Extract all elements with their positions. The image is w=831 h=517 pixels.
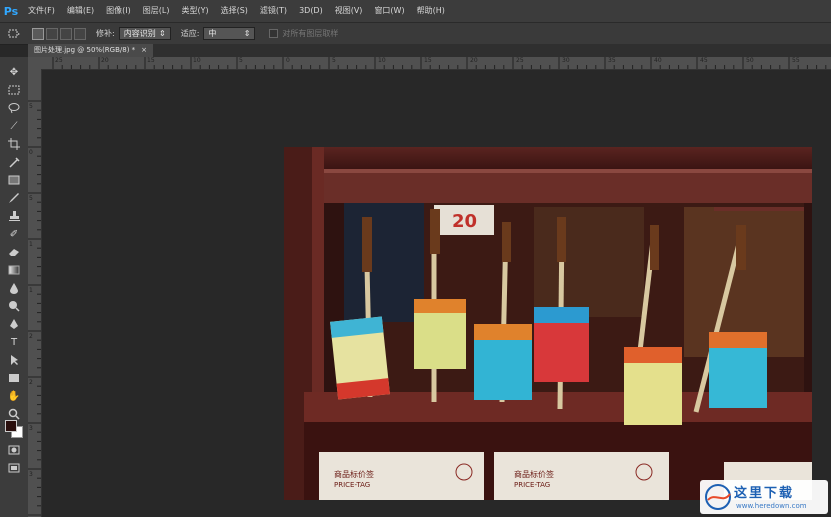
horizontal-ruler[interactable]: 25 20 15 10 5 0 5 10 15 20 25 30 35 40 4… [42,57,831,70]
ruler-label: 5 [332,57,336,64]
pen-tool-icon[interactable] [6,317,22,331]
add-selection-button[interactable] [46,27,58,40]
adapt-select[interactable]: 中 ⇕ [203,27,256,40]
ruler-label: 5 [29,195,33,202]
photo-illustration: 20 商品标价签 PRICE-TAG 商品标价签 PRICE-TAG [284,147,812,500]
menu-bar: Ps 文件(F) 编辑(E) 图像(I) 图层(L) 类型(Y) 选择(S) 滤… [0,0,831,22]
ruler-label: 3 [29,471,33,478]
patch-mode-value: 内容识别 [123,29,156,38]
document-title: 图片处理.jpg @ 50%(RGB/8) * [34,46,136,54]
menu-edit[interactable]: 编辑(E) [61,0,100,22]
sample-all-layers-checkbox[interactable] [269,29,279,38]
ruler-label: 0 [29,149,33,156]
price-tag-title: 商品标价签 [334,469,374,479]
intersect-selection-button[interactable] [74,27,86,40]
document-tab[interactable]: 图片处理.jpg @ 50%(RGB/8) * × [28,44,154,57]
ruler-label: 35 [608,57,616,64]
globe-icon [705,484,731,510]
hand-tool-icon[interactable]: ✋ [6,389,22,403]
gradient-tool-icon[interactable] [6,263,22,277]
ruler-label: 0 [286,57,290,64]
rectangle-tool-icon[interactable] [6,371,22,385]
path-selection-tool-icon[interactable] [6,353,22,367]
ruler-label: 20 [470,57,478,64]
marquee-tool-icon[interactable] [6,83,22,97]
adapt-label: 适应: [180,29,200,38]
ruler-label: 50 [746,57,754,64]
menu-view[interactable]: 视图(V) [329,0,369,22]
chevron-updown-icon: ⇕ [159,29,166,38]
ruler-label: 40 [654,57,662,64]
photoshop-logo: Ps [3,4,19,18]
ruler-label: 2 [29,333,33,340]
clone-stamp-tool-icon[interactable] [6,209,22,223]
ruler-label: 1 [29,287,33,294]
close-icon[interactable]: × [141,44,147,57]
patch-tool-icon[interactable] [6,27,22,41]
new-selection-button[interactable] [32,27,44,40]
ruler-label: 15 [147,57,155,64]
document-tab-bar: 图片处理.jpg @ 50%(RGB/8) * × [28,44,831,57]
price-tag-title: 商品标价签 [514,469,554,479]
screen-mode-icon[interactable] [6,461,22,475]
crop-tool-icon[interactable] [6,137,22,151]
horizontal-ruler-ticks [52,57,827,69]
quick-mask-icon[interactable] [6,443,22,457]
options-bar: 修补: 内容识别 ⇕ 适应: 中 ⇕ 对所有图层取样 [0,22,831,45]
ruler-label: 15 [424,57,432,64]
dodge-tool-icon[interactable] [6,299,22,313]
ruler-label: 10 [193,57,201,64]
type-tool-icon[interactable]: T [6,335,22,349]
watermark-url: www.heredown.com [736,502,807,510]
menu-image[interactable]: 图像(I) [100,0,137,22]
ruler-origin[interactable] [28,57,42,69]
patch-label: 修补: [96,29,115,38]
menu-layer[interactable]: 图层(L) [137,0,176,22]
price-tag-subtitle: PRICE-TAG [334,481,370,489]
menu-window[interactable]: 窗口(W) [368,0,410,22]
foreground-color-swatch[interactable] [5,420,17,432]
patch-tool-active-icon[interactable] [6,173,22,187]
patch-mode-select[interactable]: 内容识别 ⇕ [118,27,171,40]
lasso-tool-icon[interactable] [6,101,22,115]
ruler-label: 3 [29,425,33,432]
eraser-tool-icon[interactable] [6,245,22,259]
ruler-label: 20 [101,57,109,64]
chevron-updown-icon: ⇕ [243,29,251,38]
ruler-label: 30 [562,57,570,64]
watermark-logo: 这里下载 www.heredown.com [700,480,828,514]
eyedropper-tool-icon[interactable] [6,155,22,169]
quick-select-tool-icon[interactable]: ⟋ [6,119,22,133]
ruler-label: 5 [29,103,33,110]
ruler-label: 5 [239,57,243,64]
ruler-label: 1 [29,241,33,248]
menu-filter[interactable]: 滤镜(T) [254,0,293,22]
history-brush-tool-icon[interactable]: ✐ [6,227,22,241]
sample-all-layers-label: 对所有图层取样 [282,29,339,38]
blur-tool-icon[interactable] [6,281,22,295]
menu-3d[interactable]: 3D(D) [293,0,329,22]
adapt-value: 中 [208,29,217,38]
ruler-label: 25 [516,57,524,64]
watermark-title: 这里下载 [734,486,795,501]
ruler-label: 45 [700,57,708,64]
ruler-label: 2 [29,379,33,386]
price-tag-subtitle: PRICE-TAG [514,481,550,489]
tools-panel: ✥ ⟋ ✐ T ✋ [0,57,29,517]
menu-help[interactable]: 帮助(H) [411,0,451,22]
menu-select[interactable]: 选择(S) [215,0,254,22]
document-image[interactable]: 20 商品标价签 PRICE-TAG 商品标价签 PRICE-TAG [284,147,812,500]
zoom-tool-icon[interactable] [6,407,22,421]
subtract-selection-button[interactable] [60,27,72,40]
vertical-ruler[interactable]: 5 0 5 1 1 2 2 3 3 [28,69,42,517]
menu-file[interactable]: 文件(F) [22,0,61,22]
price-sign-number: 20 [452,211,477,232]
ruler-label: 25 [55,57,63,64]
brush-tool-icon[interactable] [6,191,22,205]
move-tool-icon[interactable]: ✥ [6,65,22,79]
ruler-label: 10 [378,57,386,64]
menu-type[interactable]: 类型(Y) [175,0,214,22]
ruler-label: 55 [792,57,800,64]
